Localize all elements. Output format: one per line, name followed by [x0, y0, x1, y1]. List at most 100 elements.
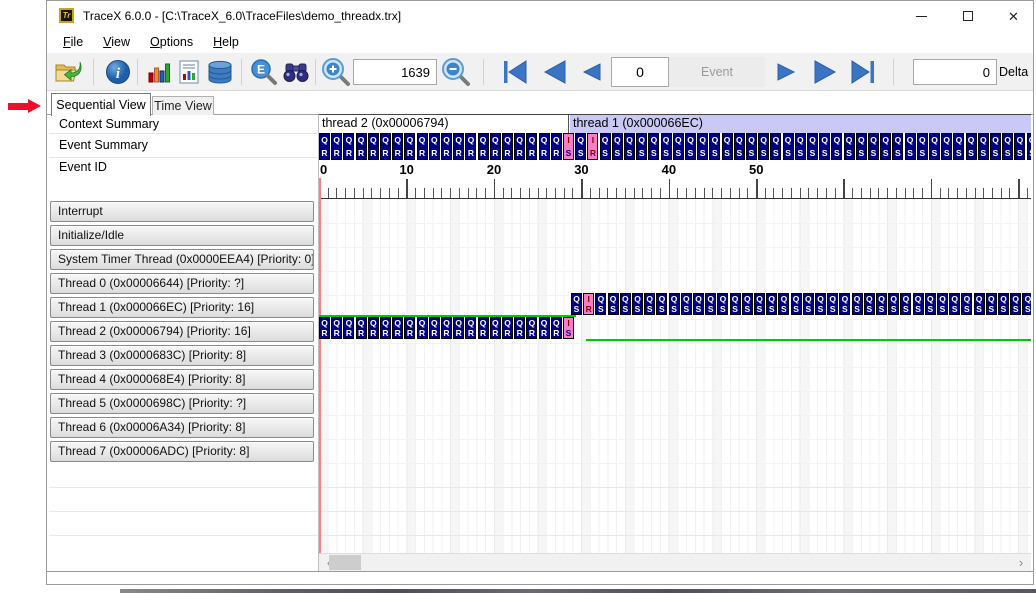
event-block-IS[interactable]: IS — [563, 317, 574, 339]
event-block-QR[interactable]: QR — [502, 317, 513, 339]
event-block-QS[interactable]: QS — [990, 133, 1001, 160]
event-block-QS[interactable]: QS — [1002, 133, 1013, 160]
event-block-QR[interactable]: QR — [417, 133, 428, 160]
event-block-QS[interactable]: QS — [644, 293, 655, 315]
event-block-QR[interactable]: QR — [368, 317, 379, 339]
event-block-QR[interactable]: QR — [441, 317, 452, 339]
page-back-button[interactable] — [537, 56, 573, 88]
event-block-QS[interactable]: QS — [783, 133, 794, 160]
event-block-QR[interactable]: QR — [453, 133, 464, 160]
event-block-QS[interactable]: QS — [966, 133, 977, 160]
event-block-QR[interactable]: QR — [392, 317, 403, 339]
event-block-QS[interactable]: QS — [807, 133, 818, 160]
event-block-QR[interactable]: QR — [465, 133, 476, 160]
go-first-button[interactable] — [497, 56, 533, 88]
event-block-QR[interactable]: QR — [331, 133, 342, 160]
event-block-QS[interactable]: QS — [900, 293, 911, 315]
event-block-QR[interactable]: QR — [539, 133, 550, 160]
event-block-QS[interactable]: QS — [941, 133, 952, 160]
event-block-QS[interactable]: QS — [913, 293, 924, 315]
context-button-7[interactable]: Thread 4 (0x000068E4) [Priority: 8] — [50, 369, 314, 390]
event-block-QR[interactable]: QR — [368, 133, 379, 160]
page-forward-button[interactable] — [807, 56, 843, 88]
event-block-QR[interactable]: QR — [417, 317, 428, 339]
event-block-QS[interactable]: QS — [722, 133, 733, 160]
event-block-QS[interactable]: QS — [612, 133, 623, 160]
event-block-QR[interactable]: QR — [380, 317, 391, 339]
event-block-QS[interactable]: QS — [624, 133, 635, 160]
event-block-QS[interactable]: QS — [571, 293, 582, 315]
tab-time-view[interactable]: Time View — [152, 96, 214, 115]
event-block-QS[interactable]: QS — [608, 293, 619, 315]
event-block-QS[interactable]: QS — [839, 293, 850, 315]
event-block-QS[interactable]: QS — [575, 133, 586, 160]
context-button-1[interactable]: Initialize/Idle — [50, 225, 314, 246]
event-block-QR[interactable]: QR — [490, 133, 501, 160]
event-block-QS[interactable]: QS — [953, 133, 964, 160]
event-block-QR[interactable]: QR — [539, 317, 550, 339]
event-block-QS[interactable]: QS — [1027, 133, 1031, 160]
event-block-QR[interactable]: QR — [319, 317, 330, 339]
event-block-QR[interactable]: QR — [551, 317, 562, 339]
event-block-QR[interactable]: QR — [551, 133, 562, 160]
context-button-10[interactable]: Thread 7 (0x00006ADC) [Priority: 8] — [50, 441, 314, 462]
event-block-QS[interactable]: QS — [795, 133, 806, 160]
event-block-QS[interactable]: QS — [925, 293, 936, 315]
delta-value-field[interactable]: 0 — [913, 59, 997, 85]
event-block-QR[interactable]: QR — [514, 133, 525, 160]
context-button-3[interactable]: Thread 0 (0x00006644) [Priority: ?] — [50, 273, 314, 294]
context-button-4[interactable]: Thread 1 (0x000066EC) [Priority: 16] — [50, 297, 314, 318]
event-block-QS[interactable]: QS — [697, 133, 708, 160]
maximize-button[interactable] — [945, 1, 990, 31]
event-block-QR[interactable]: QR — [465, 317, 476, 339]
event-block-QR[interactable]: QR — [392, 133, 403, 160]
event-block-QS[interactable]: QS — [595, 293, 606, 315]
event-block-IR[interactable]: IR — [587, 133, 598, 160]
event-block-QR[interactable]: QR — [453, 317, 464, 339]
event-block-QS[interactable]: QS — [758, 133, 769, 160]
report-button[interactable] — [174, 56, 204, 88]
event-block-QS[interactable]: QS — [746, 133, 757, 160]
event-block-QS[interactable]: QS — [754, 293, 765, 315]
step-forward-button[interactable] — [771, 56, 801, 88]
event-block-QS[interactable]: QS — [600, 133, 611, 160]
event-block-QR[interactable]: QR — [319, 133, 330, 160]
event-block-IS[interactable]: IS — [563, 133, 574, 160]
event-block-QS[interactable]: QS — [705, 293, 716, 315]
event-block-QS[interactable]: QS — [819, 133, 830, 160]
event-block-QS[interactable]: QS — [636, 133, 647, 160]
event-block-QS[interactable]: QS — [961, 293, 972, 315]
event-block-QS[interactable]: QS — [831, 133, 842, 160]
event-block-QS[interactable]: QS — [876, 293, 887, 315]
step-back-button[interactable] — [577, 56, 607, 88]
event-block-QR[interactable]: QR — [343, 317, 354, 339]
event-block-QR[interactable]: QR — [356, 317, 367, 339]
find-event-button[interactable]: E — [248, 56, 280, 88]
open-trace-button[interactable] — [51, 56, 85, 88]
event-block-QS[interactable]: QS — [730, 293, 741, 315]
event-block-QS[interactable]: QS — [803, 293, 814, 315]
event-block-QS[interactable]: QS — [986, 293, 997, 315]
context-button-0[interactable]: Interrupt — [50, 201, 314, 222]
event-block-QR[interactable]: QR — [380, 133, 391, 160]
event-block-QS[interactable]: QS — [949, 293, 960, 315]
event-block-QS[interactable]: QS — [815, 293, 826, 315]
close-button[interactable]: ✕ — [991, 1, 1036, 31]
event-block-QS[interactable]: QS — [1014, 133, 1025, 160]
event-block-QR[interactable]: QR — [429, 317, 440, 339]
context-button-6[interactable]: Thread 3 (0x0000683C) [Priority: 8] — [50, 345, 314, 366]
database-button[interactable] — [204, 56, 236, 88]
context-button-8[interactable]: Thread 5 (0x0000698C) [Priority: ?] — [50, 393, 314, 414]
go-last-button[interactable] — [845, 56, 881, 88]
event-block-QR[interactable]: QR — [441, 133, 452, 160]
event-block-QS[interactable]: QS — [864, 293, 875, 315]
event-block-QS[interactable]: QS — [917, 133, 928, 160]
context-button-9[interactable]: Thread 6 (0x00006A34) [Priority: 8] — [50, 417, 314, 438]
event-block-QR[interactable]: QR — [331, 317, 342, 339]
event-block-QS[interactable]: QS — [880, 133, 891, 160]
menu-help[interactable]: Help — [203, 33, 249, 51]
context-button-5[interactable]: Thread 2 (0x00006794) [Priority: 16] — [50, 321, 314, 342]
event-block-QS[interactable]: QS — [661, 133, 672, 160]
event-block-QS[interactable]: QS — [766, 293, 777, 315]
event-block-QR[interactable]: QR — [490, 317, 501, 339]
